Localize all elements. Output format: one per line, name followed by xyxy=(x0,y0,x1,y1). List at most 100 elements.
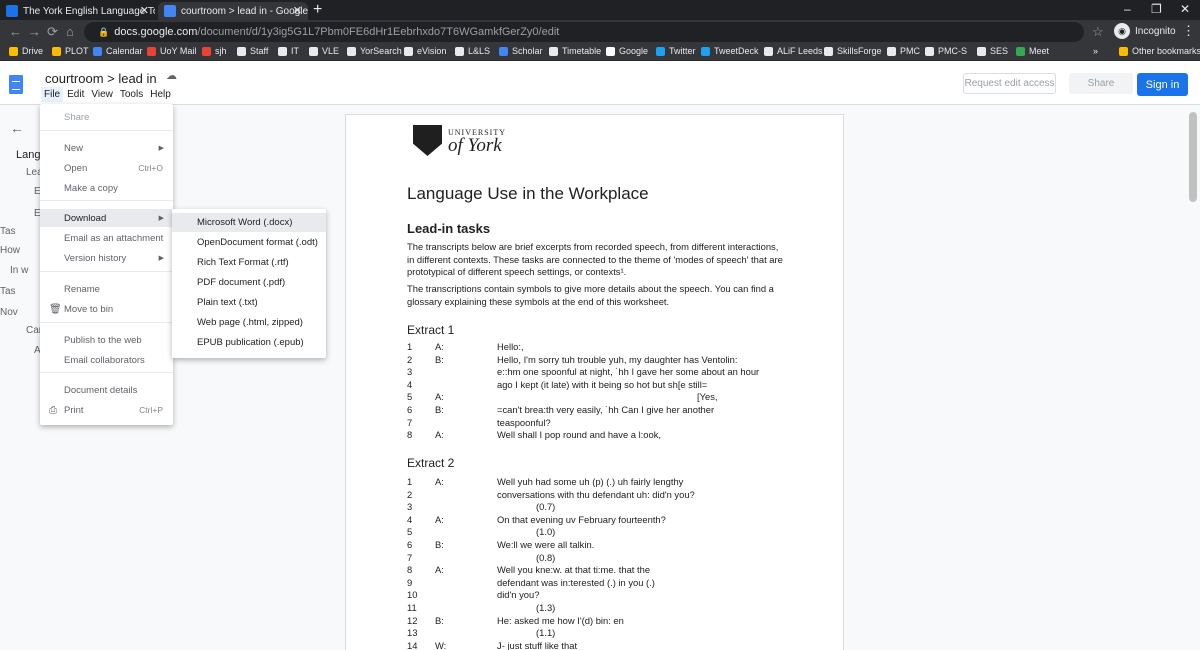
bookmark-google[interactable]: Google xyxy=(606,46,648,56)
browser-tab-courtroom[interactable]: courtroom > lead in - Google Do ✕ xyxy=(158,2,308,20)
bookmark-scholar[interactable]: Scholar xyxy=(499,46,543,56)
sign-in-button[interactable]: Sign in xyxy=(1137,73,1188,96)
menu-tools[interactable]: Tools xyxy=(117,87,146,102)
minimize-icon[interactable]: – xyxy=(1124,2,1131,16)
new-tab-button[interactable]: + xyxy=(313,1,322,19)
outline-item[interactable]: Lea xyxy=(26,167,40,178)
file-menu-make-a-copy[interactable]: Make a copy xyxy=(40,179,173,197)
outline-item[interactable]: Can xyxy=(26,325,40,336)
transcript-line: 3 (0.7) xyxy=(407,501,827,513)
file-menu-version-history[interactable]: Version history ▶ xyxy=(40,249,173,267)
bookmark-favicon-icon xyxy=(977,46,986,56)
bookmark-label: UoY Mail xyxy=(160,46,197,56)
file-menu-document-details[interactable]: Document details xyxy=(40,381,173,399)
menu-help[interactable]: Help xyxy=(147,87,174,102)
share-button[interactable]: Share xyxy=(1069,73,1133,94)
download-option-opendocument-format-odt[interactable]: OpenDocument format (.odt) xyxy=(172,233,326,252)
bookmark-twitter[interactable]: Twitter xyxy=(656,46,696,56)
bookmark-drive[interactable]: Drive xyxy=(9,46,43,56)
bookmark-pmc[interactable]: PMC xyxy=(887,46,920,56)
download-option-rich-text-format-rtf[interactable]: Rich Text Format (.rtf) xyxy=(172,253,326,272)
restore-icon[interactable]: ❐ xyxy=(1151,2,1162,16)
file-menu-move-to-bin[interactable]: 🗑 Move to bin xyxy=(40,300,173,318)
file-menu-email-as-an-attachment[interactable]: Email as an attachment xyxy=(40,229,173,247)
line-number: 9 xyxy=(407,576,413,588)
speaker: B: xyxy=(435,353,444,365)
bookmark-label: Meet xyxy=(1029,46,1050,56)
download-option-web-page-html-zipped[interactable]: Web page (.html, zipped) xyxy=(172,313,326,332)
back-icon[interactable]: ← xyxy=(9,24,22,39)
document-title[interactable]: courtroom > lead in xyxy=(45,71,157,86)
file-menu-rename[interactable]: Rename xyxy=(40,280,173,298)
file-menu-publish-to-the-web[interactable]: Publish to the web xyxy=(40,331,173,349)
outline-item[interactable]: Langu xyxy=(16,149,40,161)
bookmark-evision[interactable]: eVision xyxy=(404,46,446,56)
scrollbar[interactable] xyxy=(1189,112,1197,202)
bookmark-sjh[interactable]: sjh xyxy=(202,46,227,56)
bookmark-calendar[interactable]: Calendar xyxy=(93,46,143,56)
close-window-icon[interactable]: ✕ xyxy=(1180,2,1190,16)
outline-item[interactable]: How xyxy=(0,245,20,256)
bookmark-label: L&LS xyxy=(468,46,491,56)
file-menu-new[interactable]: New ▶ xyxy=(40,139,173,157)
menu-item-label: Email collaborators xyxy=(64,354,145,366)
submenu-arrow-icon: ▶ xyxy=(158,145,164,152)
menu-file[interactable]: File xyxy=(41,87,64,102)
forward-icon[interactable]: → xyxy=(28,24,41,39)
cloud-status-icon[interactable]: ☁ xyxy=(166,69,177,82)
outline-item[interactable]: Tas xyxy=(0,226,16,237)
bookmark-star-icon[interactable]: ☆ xyxy=(1092,24,1104,40)
bookmark-l-ls[interactable]: L&LS xyxy=(455,46,490,56)
browser-menu-icon[interactable]: ⋮ xyxy=(1182,23,1195,39)
download-option-pdf-document-pdf[interactable]: PDF document (.pdf) xyxy=(172,273,326,292)
bookmark-tweetdeck[interactable]: TweetDeck xyxy=(701,46,759,56)
request-edit-access-button[interactable]: Request edit access xyxy=(963,73,1056,94)
bookmark-staff[interactable]: Staff xyxy=(237,46,268,56)
bookmark-label: ALiF Leeds xyxy=(777,46,823,56)
file-menu-share[interactable]: Share xyxy=(40,108,173,126)
close-tab-icon[interactable]: ✕ xyxy=(140,4,149,17)
bookmark-pmc-s[interactable]: PMC-S xyxy=(925,46,967,56)
file-menu-download[interactable]: Download ▶ xyxy=(40,209,173,227)
bookmark-ses[interactable]: SES xyxy=(977,46,1008,56)
browser-tab-york-toolkit[interactable]: The York English Language Toolk ✕ xyxy=(0,2,155,20)
menu-item-label: Version history xyxy=(64,252,127,264)
browser-tab-strip: The York English Language Toolk ✕ courtr… xyxy=(0,0,1200,20)
bookmark-alif-leeds[interactable]: ALiF Leeds xyxy=(764,46,823,56)
transcript-line: 4 A: On that evening uv February fourteent… xyxy=(407,514,827,526)
address-bar[interactable]: 🔒 docs.google.com /document/d/1y3ig5G1L7… xyxy=(84,22,1084,42)
outline-item[interactable]: Tas xyxy=(0,286,16,297)
bookmark-timetable[interactable]: Timetable xyxy=(549,46,601,56)
outline-back-icon[interactable]: ← xyxy=(10,120,24,136)
bookmark-meet[interactable]: Meet xyxy=(1016,46,1049,56)
bookmark-skillsforge[interactable]: SkillsForge xyxy=(824,46,882,56)
bookmark-yorsearch[interactable]: YorSearch xyxy=(347,46,402,56)
file-menu-email-collaborators[interactable]: Email collaborators xyxy=(40,351,173,369)
download-option-microsoft-word-docx[interactable]: Microsoft Word (.docx) xyxy=(172,213,326,232)
reload-icon[interactable]: ⟳ xyxy=(47,24,58,40)
incognito-indicator[interactable]: ◉ Incognito xyxy=(1114,23,1176,39)
other-bookmarks[interactable]: Other bookmarks xyxy=(1119,46,1200,56)
bookmark-label: PMC-S xyxy=(938,46,967,56)
bookmark-vle[interactable]: VLE xyxy=(309,46,339,56)
close-tab-icon[interactable]: ✕ xyxy=(293,4,302,17)
menu-item-label: Document details xyxy=(64,384,138,396)
line-number: 7 xyxy=(407,551,413,563)
bookmark-plot[interactable]: PLOT xyxy=(52,46,89,56)
bookmark-label: Timetable xyxy=(562,46,602,56)
transcript-line: 8 A: Well shall I pop round and have a l:o… xyxy=(407,429,827,441)
bookmark-it[interactable]: IT xyxy=(278,46,299,56)
file-menu-print[interactable]: ⎙ Print Ctrl+P xyxy=(40,401,173,419)
docs-logo-icon[interactable] xyxy=(9,75,23,94)
utterance: (1.0) xyxy=(536,526,556,538)
bookmark-uoy-mail[interactable]: UoY Mail xyxy=(147,46,196,56)
download-option-plain-text-txt[interactable]: Plain text (.txt) xyxy=(172,293,326,312)
more-bookmarks-button[interactable]: » xyxy=(1093,46,1098,56)
home-icon[interactable]: ⌂ xyxy=(66,24,74,39)
file-menu-open[interactable]: Open Ctrl+O xyxy=(40,159,173,177)
menu-view[interactable]: View xyxy=(88,87,116,102)
outline-item[interactable]: Nov xyxy=(0,307,18,318)
menu-edit[interactable]: Edit xyxy=(64,87,87,102)
outline-item[interactable]: In w xyxy=(10,265,28,276)
download-option-epub-publication-epub[interactable]: EPUB publication (.epub) xyxy=(172,333,326,352)
